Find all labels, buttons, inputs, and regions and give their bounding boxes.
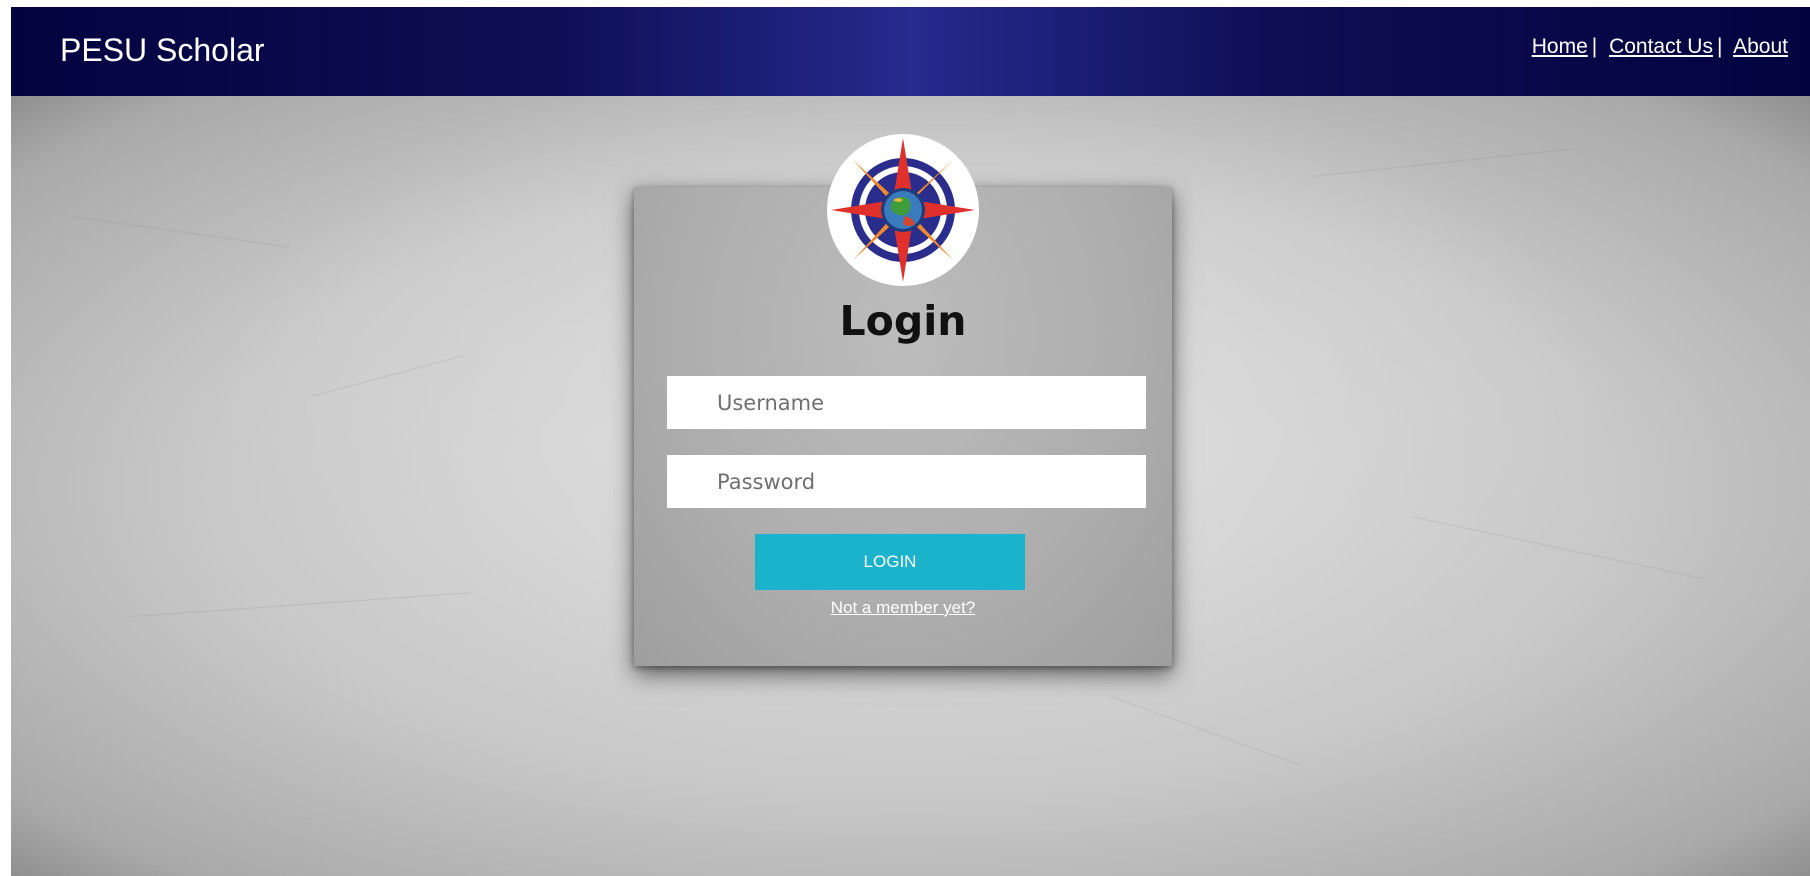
- register-link[interactable]: Not a member yet?: [634, 598, 1172, 618]
- nav-separator: |: [1591, 35, 1598, 58]
- page: PESU Scholar Home | Contact Us | About L…: [11, 7, 1810, 876]
- login-heading: Login: [839, 297, 967, 345]
- nav-separator: |: [1716, 35, 1723, 58]
- logo-graphic: [829, 136, 977, 284]
- nav-contact-link[interactable]: Contact Us: [1609, 35, 1713, 58]
- username-input[interactable]: [667, 376, 1146, 429]
- compass-globe-logo: [827, 134, 979, 286]
- texture-scratch: [1110, 696, 1300, 766]
- login-button[interactable]: LOGIN: [755, 534, 1025, 590]
- top-navbar: PESU Scholar Home | Contact Us | About: [11, 7, 1810, 96]
- texture-scratch: [1410, 516, 1705, 580]
- texture-scratch: [70, 216, 289, 248]
- texture-scratch: [310, 354, 466, 397]
- texture-scratch: [130, 592, 471, 617]
- brand-title: PESU Scholar: [60, 32, 265, 68]
- texture-scratch: [1310, 148, 1570, 177]
- nav-about-link[interactable]: About: [1733, 35, 1788, 58]
- nav-links: Home | Contact Us | About: [1532, 35, 1788, 59]
- nav-home-link[interactable]: Home: [1532, 35, 1588, 58]
- password-input[interactable]: [667, 455, 1146, 508]
